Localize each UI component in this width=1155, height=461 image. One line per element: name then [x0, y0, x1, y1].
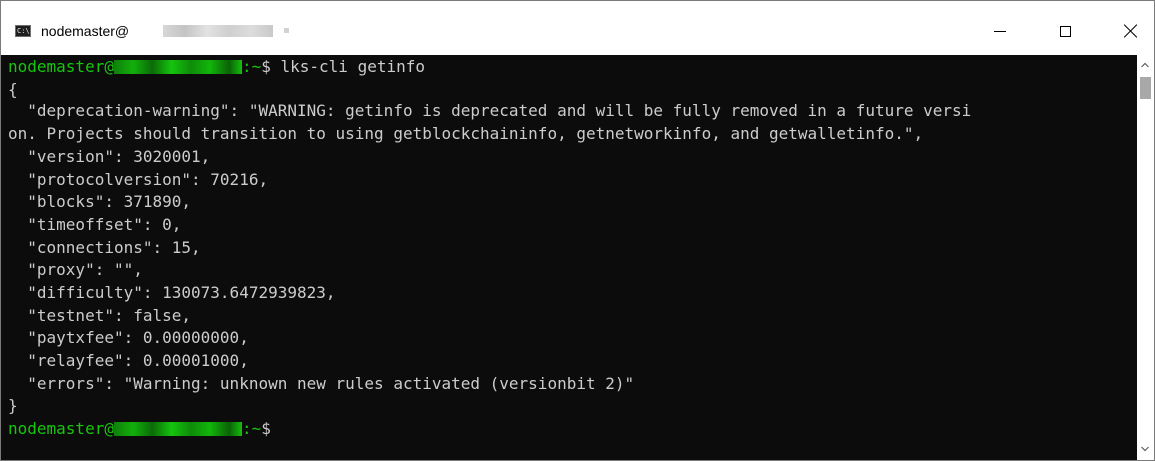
- close-button[interactable]: [1108, 1, 1154, 55]
- output-line: "relayfee": 0.00001000,: [8, 351, 249, 370]
- vertical-scrollbar[interactable]: [1137, 55, 1154, 460]
- output-line: "proxy": "",: [8, 260, 143, 279]
- close-icon: [1124, 24, 1138, 38]
- redacted-hostname: [163, 25, 273, 37]
- minimize-button[interactable]: [977, 1, 1023, 55]
- final-prompt-line: nodemaster@ :~$: [8, 417, 271, 440]
- output-line: }: [8, 396, 18, 415]
- scroll-up-arrow-icon[interactable]: [1141, 61, 1149, 69]
- console-output-area[interactable]: nodemaster@:~$ lks-cli getinfo { "deprec…: [1, 55, 1137, 460]
- output-line: "testnet": false,: [8, 306, 192, 325]
- prompt-user: nodemaster@: [8, 419, 114, 438]
- redacted-hostname-tail: [284, 28, 289, 33]
- scrollbar-thumb[interactable]: [1140, 77, 1151, 99]
- console-window-icon[interactable]: C:\: [15, 25, 31, 37]
- scroll-down-arrow-icon[interactable]: [1141, 445, 1149, 453]
- console-window-icon-label: C:\: [17, 27, 30, 35]
- prompt-user: nodemaster@: [8, 57, 114, 76]
- output-line: "version": 3020001,: [8, 147, 211, 166]
- output-line: "protocolversion": 70216,: [8, 170, 269, 189]
- title-bar[interactable]: C:\ nodemaster@: [1, 1, 1154, 55]
- output-line: "paytxfee": 0.00000000,: [8, 328, 249, 347]
- command-text: $ lks-cli getinfo: [261, 57, 425, 76]
- command-line: nodemaster@ :~$ lks-cli getinfo: [8, 55, 425, 78]
- output-line: "connections": 15,: [8, 238, 201, 257]
- prompt-path: :~: [241, 57, 262, 76]
- maximize-icon: [1059, 25, 1071, 37]
- output-line: "deprecation-warning": "WARNING: getinfo…: [8, 101, 972, 120]
- output-line: "timeoffset": 0,: [8, 215, 182, 234]
- output-line: "errors": "Warning: unknown new rules ac…: [8, 374, 635, 393]
- maximize-button[interactable]: [1042, 1, 1088, 55]
- output-line: "blocks": 371890,: [8, 192, 192, 211]
- redacted-hostname: [113, 422, 242, 436]
- output-line: {: [8, 80, 18, 99]
- terminal-window: C:\ nodemaster@ nodemaster@:~$ lks-cli g…: [0, 0, 1155, 461]
- prompt-symbol: $: [261, 419, 271, 438]
- output-line: "difficulty": 130073.6472939823,: [8, 283, 336, 302]
- window-title: nodemaster@: [41, 23, 130, 39]
- minimize-icon: [994, 30, 1006, 32]
- redacted-hostname: [113, 60, 242, 74]
- output-line: on. Projects should transition to using …: [8, 124, 924, 143]
- prompt-path: :~: [241, 419, 262, 438]
